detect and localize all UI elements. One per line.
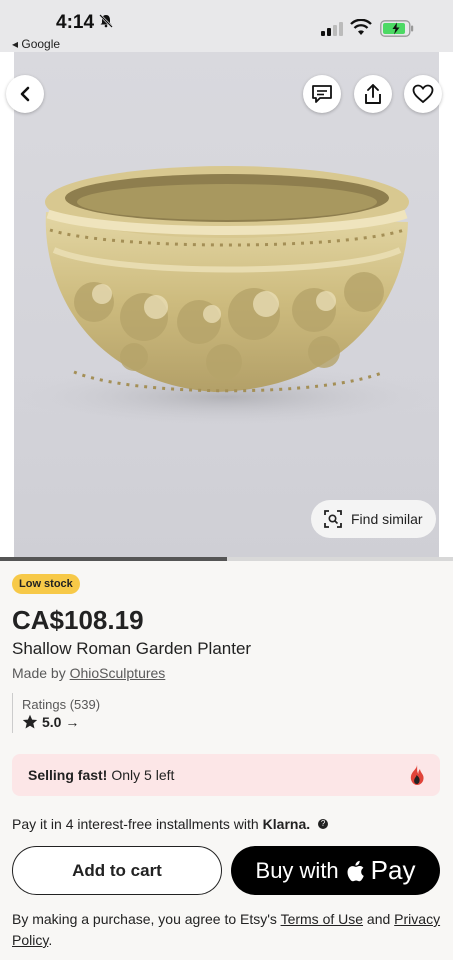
legal-text-before: By making a purchase, you agree to Etsy'… — [12, 911, 281, 927]
back-app-label: Google — [21, 37, 61, 51]
status-time: 4:14 — [56, 12, 95, 33]
back-to-app-link[interactable]: ◂ Google — [12, 37, 60, 51]
info-icon[interactable]: ? — [318, 819, 329, 829]
buy-with-label: Buy with — [255, 857, 339, 883]
bell-slash-icon — [99, 14, 113, 28]
selling-fast-label: Selling fast! — [28, 767, 108, 783]
klarna-logo: Klarna. — [262, 816, 311, 832]
terms-of-use-link[interactable]: Terms of Use — [281, 911, 363, 927]
installments-line[interactable]: Pay it in 4 interest-free installments w… — [12, 816, 329, 832]
product-image[interactable] — [14, 52, 439, 557]
find-similar-button[interactable]: Find similar — [311, 500, 436, 538]
image-gutter-right — [439, 52, 453, 557]
back-button[interactable] — [6, 75, 44, 113]
message-seller-button[interactable] — [303, 75, 341, 113]
ratings-value-row: 5.0 → — [22, 714, 100, 730]
share-icon — [365, 84, 381, 104]
apple-icon — [347, 860, 364, 881]
legal-and: and — [363, 911, 395, 927]
pay-label: Pay — [370, 855, 416, 885]
made-by-prefix: Made by — [12, 665, 70, 681]
rating-value: 5.0 → — [42, 714, 80, 730]
selling-fast-detail: Only 5 left — [111, 767, 175, 783]
status-bar: 4:14 ◂ Google — [0, 0, 453, 52]
installments-text: Pay it in 4 interest-free installments w… — [12, 816, 259, 832]
star-icon — [22, 714, 38, 729]
message-icon — [312, 85, 332, 103]
flame-icon — [410, 765, 424, 785]
scan-icon — [324, 510, 342, 528]
image-gutter-left — [0, 52, 14, 557]
seller-link[interactable]: OhioSculptures — [70, 665, 166, 681]
battery-icon — [380, 20, 414, 37]
product-title: Shallow Roman Garden Planter — [12, 639, 252, 658]
made-by: Made by OhioSculptures — [12, 665, 165, 681]
favorite-button[interactable] — [404, 75, 442, 113]
selling-fast-banner: Selling fast! Only 5 left — [12, 754, 440, 796]
share-button[interactable] — [354, 75, 392, 113]
find-similar-label: Find similar — [351, 511, 423, 527]
product-price: CA$108.19 — [12, 605, 144, 635]
ratings-label: Ratings (539) — [22, 697, 101, 712]
low-stock-badge: Low stock — [12, 574, 80, 594]
heart-icon — [412, 84, 434, 104]
legal-period: . — [48, 932, 53, 948]
planter-image — [16, 166, 436, 427]
wifi-icon — [350, 19, 372, 35]
add-to-cart-button[interactable]: Add to cart — [12, 846, 222, 895]
back-arrow-icon — [20, 86, 30, 102]
apple-pay-button[interactable]: Buy with Pay — [231, 846, 440, 895]
ratings-section[interactable]: Ratings (539) 5.0 → — [12, 693, 100, 733]
signal-icon — [321, 22, 343, 36]
legal-notice: By making a purchase, you agree to Etsy'… — [12, 909, 442, 951]
